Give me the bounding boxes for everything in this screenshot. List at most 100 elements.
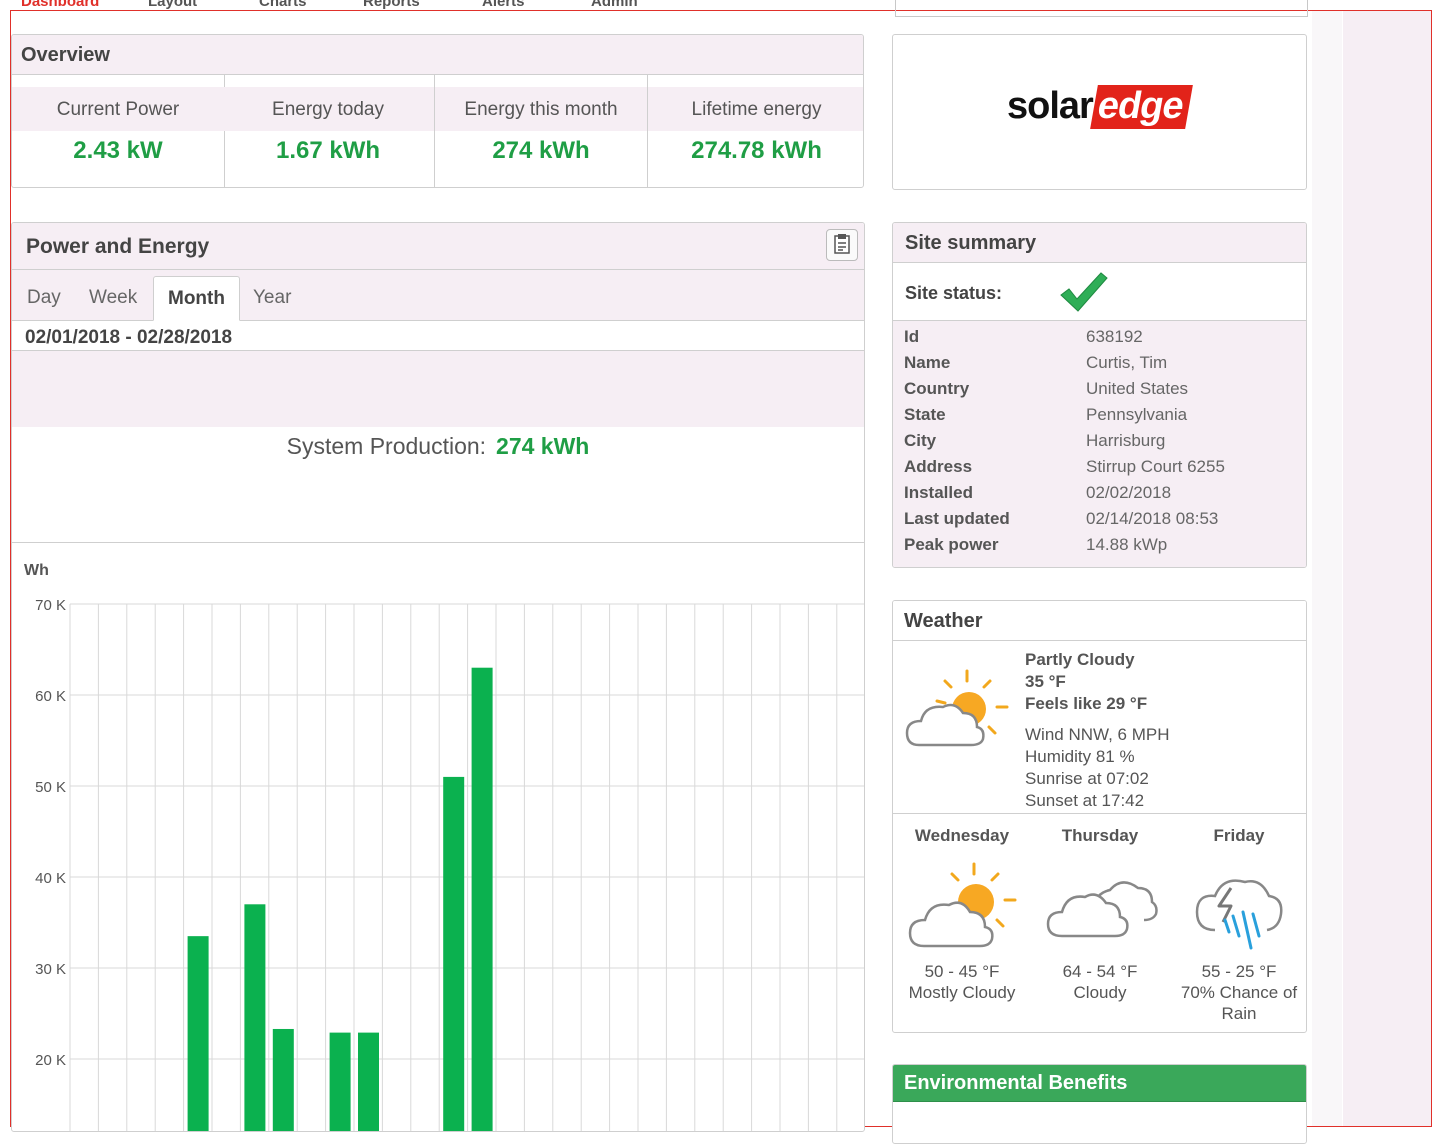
y-tick-label: 50 K (35, 779, 66, 796)
check-icon (1060, 272, 1108, 312)
energy-bar-chart: Wh 20 K 30 K 40 K 50 K 60 K 70 K (24, 562, 864, 1131)
forecast-temp: 50 - 45 °F (924, 962, 1000, 981)
site-info-row: Id 638192 (893, 327, 1306, 353)
site-selector[interactable] (895, 0, 1308, 17)
site-info-key: State (904, 405, 946, 424)
forecast-day: Wednesday (914, 826, 1010, 845)
site-info-value: Curtis, Tim (1086, 353, 1168, 372)
forecast-desc: Cloudy (1073, 983, 1127, 1002)
site-info-key: Name (904, 353, 951, 372)
site-status-row: Site status: (893, 263, 1306, 321)
forecast-temp: 64 - 54 °F (1062, 962, 1138, 981)
site-status-label: Site status: (905, 283, 1003, 303)
site-info-key: Last updated (904, 509, 1010, 528)
overview-title: Overview (12, 35, 863, 75)
forecast-wednesday: Wednesday 50 - 45 °F Mostly Cloudy (893, 823, 1031, 1003)
forecast-thursday: Thursday 64 - 54 °F Cloudy (1031, 823, 1169, 1003)
feels-like: Feels like 29 °F (1025, 694, 1148, 713)
cloudy-icon (1046, 881, 1158, 938)
weather-title: Weather (893, 601, 1306, 641)
site-info-value: Harrisburg (1086, 431, 1166, 450)
site-info-key: Country (904, 379, 970, 398)
site-info-value: Pennsylvania (1086, 405, 1188, 424)
site-info-value: 638192 (1086, 327, 1143, 346)
system-production: System Production: 274 kWh (12, 433, 864, 460)
site-info-row: Address Stirrup Court 6255 (893, 457, 1306, 483)
page-margin (1312, 11, 1342, 1126)
bar-3 (187, 936, 209, 1131)
production-band (12, 351, 864, 427)
y-tick-label: 20 K (35, 1052, 66, 1069)
site-info-key: City (904, 431, 937, 450)
partly-cloudy-icon (908, 862, 1017, 948)
tab-month[interactable]: Month (153, 276, 240, 321)
nav-layout[interactable]: Layout (148, 0, 197, 10)
logo-panel: solaredge (892, 34, 1307, 190)
site-info-value: United States (1086, 379, 1189, 398)
kpi-value: 274.78 kWh (691, 137, 822, 164)
export-button[interactable] (826, 229, 858, 261)
bar-12 (443, 776, 465, 1131)
current-temp: 35 °F (1025, 672, 1066, 691)
bar-13 (471, 667, 493, 1131)
site-info-value: 14.88 kWp (1086, 535, 1168, 554)
site-info-key: Id (904, 327, 920, 346)
site-info-row: Installed 02/02/2018 (893, 483, 1306, 509)
site-info-value: 02/14/2018 08:53 (1086, 509, 1219, 528)
tab-year[interactable]: Year (253, 276, 291, 320)
partly-cloudy-icon (905, 669, 1009, 747)
power-energy-panel: Power and Energy Day Week Month Year 02/… (11, 222, 865, 1132)
range-tabs: Day Week Month Year (12, 270, 864, 321)
nav-alerts[interactable]: Alerts (482, 0, 525, 10)
thunderstorm-icon (1195, 879, 1283, 950)
export-icon (834, 234, 850, 254)
nav-charts[interactable]: Charts (259, 0, 307, 10)
y-tick-label: 30 K (35, 961, 66, 978)
forecast-desc: 70% Chance of Rain (1180, 983, 1298, 1023)
site-info-row: Peak power 14.88 kWp (893, 535, 1306, 561)
site-info-row: City Harrisburg (893, 431, 1306, 457)
site-summary-panel: Site summary Site status: Id 638192 Name Cu… (892, 222, 1307, 568)
power-energy-title: Power and Energy (12, 223, 864, 270)
forecast-day: Thursday (1061, 826, 1139, 845)
top-nav: Dashboard Layout Charts Reports Alerts A… (11, 0, 871, 18)
site-info-value: 02/02/2018 (1086, 483, 1172, 502)
site-info-key: Installed (904, 483, 973, 502)
forecast-friday: Friday 55 - 25 °F 70% Chance of Rain (1170, 823, 1306, 1024)
wind: Wind NNW, 6 MPH (1025, 725, 1170, 744)
kpi-label: Lifetime energy (648, 87, 863, 131)
kpi-current-power: Current Power 2.43 kW (12, 75, 225, 187)
site-info-key: Peak power (904, 535, 999, 554)
kpi-label: Current Power (12, 87, 224, 131)
weather-panel: Weather Partly Cloudy 35 °F Feels like 2… (892, 600, 1307, 1033)
forecast-day: Friday (1213, 826, 1265, 845)
bar-6 (272, 1028, 294, 1131)
production-value: 274 kWh (496, 433, 590, 459)
current-weather: Partly Cloudy 35 °F Feels like 29 °F Win… (1025, 649, 1170, 812)
tab-day[interactable]: Day (27, 276, 61, 320)
site-info-table: Id 638192 Name Curtis, Tim Country United Sta… (893, 321, 1306, 567)
nav-admin[interactable]: Admin (591, 0, 638, 10)
page-side-strip (1343, 11, 1431, 1126)
site-info-row: Last updated 02/14/2018 08:53 (893, 509, 1306, 535)
y-tick-label: 70 K (35, 597, 66, 614)
nav-dashboard[interactable]: Dashboard (21, 0, 99, 10)
site-info-row: State Pennsylvania (893, 405, 1306, 431)
bar-8 (329, 1032, 351, 1131)
site-info-row: Name Curtis, Tim (893, 353, 1306, 379)
production-label: System Production: (286, 433, 487, 459)
tab-week[interactable]: Week (89, 276, 137, 320)
current-condition: Partly Cloudy (1025, 650, 1135, 669)
bar-5 (244, 904, 266, 1131)
nav-reports[interactable]: Reports (363, 0, 420, 10)
solaredge-logo: solaredge (1007, 85, 1193, 129)
sunrise: Sunrise at 07:02 (1025, 769, 1149, 788)
environmental-benefits-title: Environmental Benefits (893, 1065, 1306, 1102)
kpi-label: Energy today (222, 87, 434, 131)
environmental-benefits-panel: Environmental Benefits (892, 1064, 1307, 1144)
site-info-row: Country United States (893, 379, 1306, 405)
y-tick-label: 60 K (35, 688, 66, 705)
site-info-key: Address (904, 457, 973, 476)
forecast-temp: 55 - 25 °F (1201, 962, 1277, 981)
divider (893, 813, 1306, 814)
